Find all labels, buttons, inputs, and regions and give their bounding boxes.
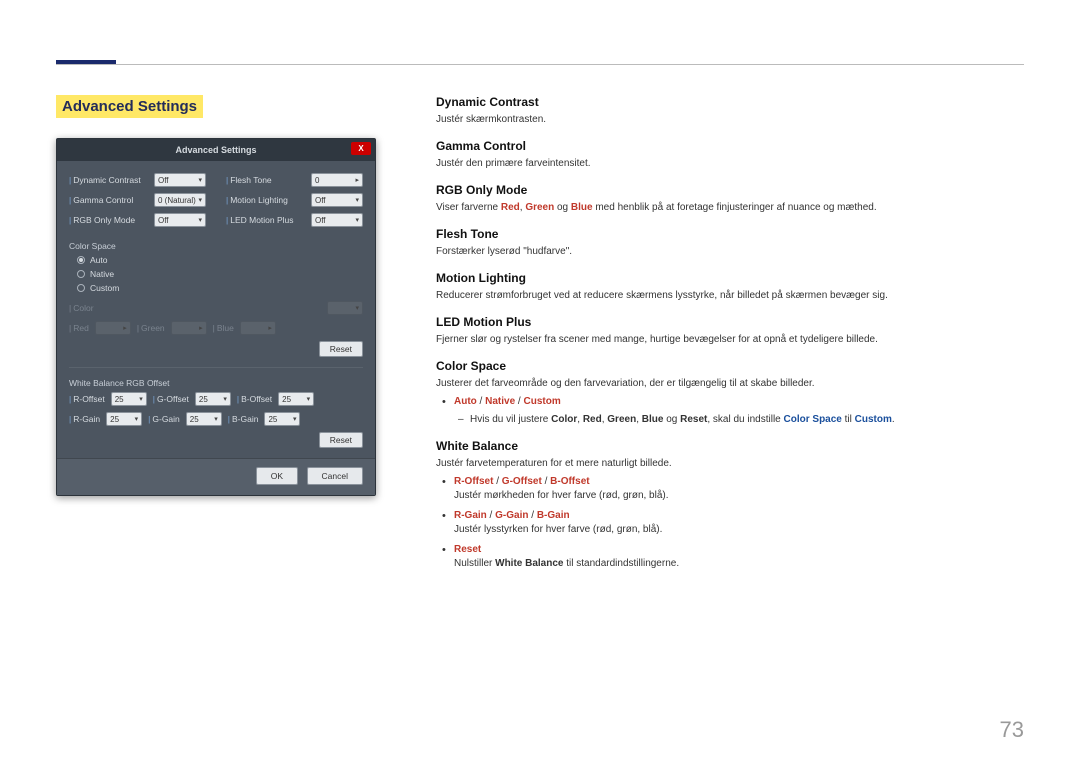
red-combo: ▸ — [95, 321, 131, 335]
led-motion-plus-heading: LED Motion Plus — [436, 315, 1024, 329]
r-offset-label: R-Offset — [73, 394, 105, 404]
rgb-only-mode-heading: RGB Only Mode — [436, 183, 1024, 197]
radio-native[interactable]: Native — [77, 269, 363, 279]
close-icon[interactable]: X — [351, 142, 371, 155]
rgb-only-mode-text: Viser farverne Red, Green og Blue med he… — [436, 201, 1024, 215]
gamma-control-text: Justér den primære farveintensitet. — [436, 157, 1024, 171]
header-rule — [56, 64, 1024, 65]
motion-lighting-heading: Motion Lighting — [436, 271, 1024, 285]
chevron-right-icon: ▸ — [355, 176, 359, 184]
g-offset-combo[interactable]: 25▾ — [195, 392, 231, 406]
r-offset-combo[interactable]: 25▾ — [111, 392, 147, 406]
color-label: Color — [73, 303, 93, 313]
reset-item: Reset Nulstiller White Balance til stand… — [454, 543, 1024, 571]
motion-lighting-combo[interactable]: Off▾ — [311, 193, 363, 207]
white-balance-group-label: White Balance RGB Offset — [69, 378, 363, 388]
flesh-tone-combo[interactable]: 0▸ — [311, 173, 363, 187]
radio-auto[interactable]: Auto — [77, 255, 363, 265]
r-gain-label: R-Gain — [73, 414, 100, 424]
motion-lighting-text: Reducerer strømforbruget ved at reducere… — [436, 289, 1024, 303]
chevron-down-icon: ▾ — [198, 196, 202, 204]
flesh-tone-heading: Flesh Tone — [436, 227, 1024, 241]
color-space-heading: Color Space — [436, 359, 1024, 373]
b-offset-label: B-Offset — [241, 394, 272, 404]
dynamic-contrast-label: Dynamic Contrast — [73, 175, 141, 185]
color-space-options-item: Auto / Native / Custom Hvis du vil juste… — [454, 395, 1024, 427]
ok-button[interactable]: OK — [256, 467, 298, 485]
gamma-control-label: Gamma Control — [73, 195, 133, 205]
dynamic-contrast-text: Justér skærmkontrasten. — [436, 113, 1024, 127]
flesh-tone-text: Forstærker lyserød "hudfarve". — [436, 245, 1024, 259]
cancel-button[interactable]: Cancel — [307, 467, 363, 485]
flesh-tone-label: Flesh Tone — [230, 175, 271, 185]
chevron-down-icon: ▾ — [355, 196, 359, 204]
g-gain-combo[interactable]: 25▾ — [186, 412, 222, 426]
color-combo: ▾ — [327, 301, 363, 315]
color-space-group-label: Color Space — [69, 241, 363, 251]
page-number: 73 — [1000, 717, 1024, 743]
b-gain-combo[interactable]: 25▾ — [264, 412, 300, 426]
b-gain-label: B-Gain — [232, 414, 258, 424]
red-label: Red — [73, 323, 89, 333]
led-motion-plus-label: LED Motion Plus — [230, 215, 293, 225]
dialog-title: Advanced Settings — [175, 145, 256, 155]
advanced-settings-dialog: Advanced Settings X |Dynamic ContrastOff… — [56, 138, 376, 496]
dynamic-contrast-heading: Dynamic Contrast — [436, 95, 1024, 109]
right-column: Dynamic Contrast Justér skærmkontrasten.… — [436, 95, 1024, 577]
divider — [69, 367, 363, 368]
page-content: Advanced Settings Advanced Settings X |D… — [56, 95, 1024, 577]
b-offset-combo[interactable]: 25▾ — [278, 392, 314, 406]
chevron-down-icon: ▾ — [355, 216, 359, 224]
chevron-down-icon: ▾ — [198, 216, 202, 224]
motion-lighting-label: Motion Lighting — [230, 195, 288, 205]
left-column: Advanced Settings Advanced Settings X |D… — [56, 95, 396, 577]
green-label: Green — [141, 323, 165, 333]
rgb-only-mode-label: RGB Only Mode — [73, 215, 135, 225]
chevron-down-icon: ▾ — [198, 176, 202, 184]
white-balance-reset-button[interactable]: Reset — [319, 432, 363, 448]
rgb-only-mode-combo[interactable]: Off▾ — [154, 213, 206, 227]
green-combo: ▸ — [171, 321, 207, 335]
blue-label: Blue — [217, 323, 234, 333]
gamma-control-combo[interactable]: 0 (Natural)▾ — [154, 193, 206, 207]
white-balance-heading: White Balance — [436, 439, 1024, 453]
dialog-titlebar: Advanced Settings X — [57, 139, 375, 161]
section-title: Advanced Settings — [56, 95, 203, 118]
radio-custom[interactable]: Custom — [77, 283, 363, 293]
g-offset-label: G-Offset — [157, 394, 189, 404]
offset-item: R-Offset / G-Offset / B-Offset Justér mø… — [454, 475, 1024, 503]
color-space-reset-button[interactable]: Reset — [319, 341, 363, 357]
r-gain-combo[interactable]: 25▾ — [106, 412, 142, 426]
color-space-note-item: Hvis du vil justere Color, Red, Green, B… — [470, 413, 1024, 427]
blue-combo: ▸ — [240, 321, 276, 335]
gamma-control-heading: Gamma Control — [436, 139, 1024, 153]
white-balance-text: Justér farvetemperaturen for et mere nat… — [436, 457, 1024, 471]
led-motion-plus-text: Fjerner slør og rystelser fra scener med… — [436, 333, 1024, 347]
dynamic-contrast-combo[interactable]: Off▾ — [154, 173, 206, 187]
gain-item: R-Gain / G-Gain / B-Gain Justér lysstyrk… — [454, 509, 1024, 537]
led-motion-plus-combo[interactable]: Off▾ — [311, 213, 363, 227]
color-space-text: Justerer det farveområde og den farvevar… — [436, 377, 1024, 391]
g-gain-label: G-Gain — [152, 414, 179, 424]
